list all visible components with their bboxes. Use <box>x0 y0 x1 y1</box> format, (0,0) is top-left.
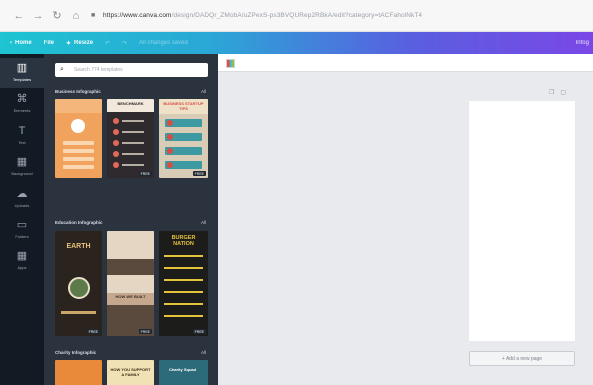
page-tools: ❐ ▢ <box>549 89 566 96</box>
editor-workspace: ❐ ▢ + Add a new page <box>218 54 593 385</box>
section-title-charity: Charity Infographic <box>55 350 97 355</box>
design-canvas[interactable] <box>469 101 575 341</box>
text-icon: T <box>18 125 26 137</box>
file-label: File <box>43 40 55 46</box>
rail-label: Apps <box>17 265 27 270</box>
rail-label: Elements <box>13 108 31 113</box>
add-page-button[interactable]: + Add a new page <box>469 351 575 366</box>
app-top-bar: ‹ Home File ✦ Resize ↶ ↷ All changes sav… <box>0 32 593 54</box>
browser-toolbar: ← → ↻ ⌂ ■ https://www.canva.com /design/… <box>0 0 593 32</box>
rail-item-folders[interactable]: ▭ Folders <box>0 215 44 245</box>
section-title-business: Business Infographic <box>55 89 101 94</box>
thumb-text: EARTH <box>66 243 91 250</box>
rail-label: Templates <box>12 77 32 82</box>
rail-item-text[interactable]: T Text <box>0 121 44 151</box>
uploads-icon: ☁ <box>16 188 28 200</box>
design-title[interactable]: Infog <box>576 40 589 46</box>
background-icon: ▦ <box>16 156 28 168</box>
arrow-left-icon[interactable]: ← <box>12 9 26 23</box>
free-badge: FREE <box>138 171 152 176</box>
template-thumb[interactable]: HOW WE BUILT FREE <box>107 231 154 336</box>
folder-icon: ▭ <box>16 219 28 231</box>
rail-item-templates[interactable]: ▥ Templates <box>0 58 44 88</box>
section-title-education: Education Infographic <box>55 220 103 225</box>
file-menu-button[interactable]: File <box>44 40 54 46</box>
template-thumb[interactable]: EARTH FREE <box>55 231 102 336</box>
template-thumb[interactable]: BURGER NATION FREE <box>159 231 208 336</box>
reload-icon[interactable]: ↻ <box>50 9 64 23</box>
arrow-right-icon[interactable]: → <box>31 9 45 23</box>
rail-label: Folders <box>15 234 29 239</box>
thumb-text: HOW WE BUILT <box>115 294 146 299</box>
globe-image <box>68 277 90 299</box>
editor-toolbar <box>218 54 593 72</box>
undo-icon: ↶ <box>105 40 111 47</box>
templates-panel: ⌕ Search 774 templates Business Infograp… <box>44 54 218 385</box>
chevron-left-icon: ‹ <box>10 40 12 46</box>
redo-icon: ↷ <box>122 40 128 47</box>
left-icon-rail: ▥ Templates ⌘ Elements T Text ▦ Backgrou… <box>0 54 44 385</box>
address-bar[interactable]: ■ https://www.canva.com /design/DADQr_ZM… <box>91 7 585 25</box>
redo-button[interactable]: ↷ <box>122 40 127 47</box>
delete-page-icon[interactable]: ▢ <box>560 89 566 96</box>
copy-page-icon[interactable]: ❐ <box>549 89 554 96</box>
color-picker-icon[interactable] <box>226 59 235 68</box>
search-icon: ⌕ <box>60 66 64 73</box>
see-all-education[interactable]: All <box>201 220 206 225</box>
elements-icon: ⌘ <box>16 93 28 105</box>
thumb-text: BUSINESS STARTUP TIPS <box>163 101 204 111</box>
rail-label: Uploads <box>14 203 30 208</box>
template-thumb[interactable]: HOW YOU SUPPORT A FAMILY <box>107 360 154 385</box>
see-all-charity[interactable]: All <box>201 350 206 355</box>
undo-button[interactable]: ↶ <box>105 40 110 47</box>
apps-icon: ▦ <box>16 250 28 262</box>
thumb-text: BURGER NATION <box>171 235 196 247</box>
template-thumb[interactable] <box>55 360 102 385</box>
thumb-text: BENCHMARK <box>117 101 144 106</box>
search-input[interactable]: Search 774 templates <box>74 67 123 73</box>
template-search[interactable]: ⌕ Search 774 templates <box>55 63 208 77</box>
thumb-text: HOW YOU SUPPORT A FAMILY <box>110 367 151 377</box>
star-icon: ✦ <box>66 40 72 47</box>
template-thumb[interactable]: Charity Squad <box>159 360 208 385</box>
templates-icon: ▥ <box>16 62 28 74</box>
rail-label: Text <box>18 140 26 145</box>
template-thumb[interactable]: BUSINESS STARTUP TIPS FREE <box>159 99 208 178</box>
template-thumb[interactable] <box>55 99 102 178</box>
thumb-text: Charity Squad <box>168 367 197 372</box>
resize-label: Resize <box>74 40 94 46</box>
see-all-business[interactable]: All <box>201 89 206 94</box>
rail-label: Background <box>11 171 33 176</box>
free-badge: FREE <box>86 329 100 334</box>
url-path: /design/DADQr_ZMobA/uZPexS-ps3BVQURep2RB… <box>171 12 423 19</box>
lock-icon: ■ <box>91 12 96 19</box>
rail-item-elements[interactable]: ⌘ Elements <box>0 89 44 119</box>
canva-editor-window: ← → ↻ ⌂ ■ https://www.canva.com /design/… <box>0 0 593 385</box>
rail-item-apps[interactable]: ▦ Apps <box>0 246 44 276</box>
rail-item-background[interactable]: ▦ Background <box>0 152 44 182</box>
free-badge: FREE <box>138 329 152 334</box>
template-thumb[interactable]: BENCHMARK FREE <box>107 99 154 178</box>
free-badge: FREE <box>192 171 206 176</box>
home-icon[interactable]: ⌂ <box>69 9 83 23</box>
home-label: Home <box>15 40 32 46</box>
free-badge: FREE <box>192 329 206 334</box>
save-status: All changes saved <box>139 40 188 46</box>
home-button[interactable]: ‹ Home <box>10 40 32 46</box>
url-host: https://www.canva.com <box>103 12 172 19</box>
resize-button[interactable]: ✦ Resize <box>66 40 93 47</box>
rail-item-uploads[interactable]: ☁ Uploads <box>0 184 44 214</box>
